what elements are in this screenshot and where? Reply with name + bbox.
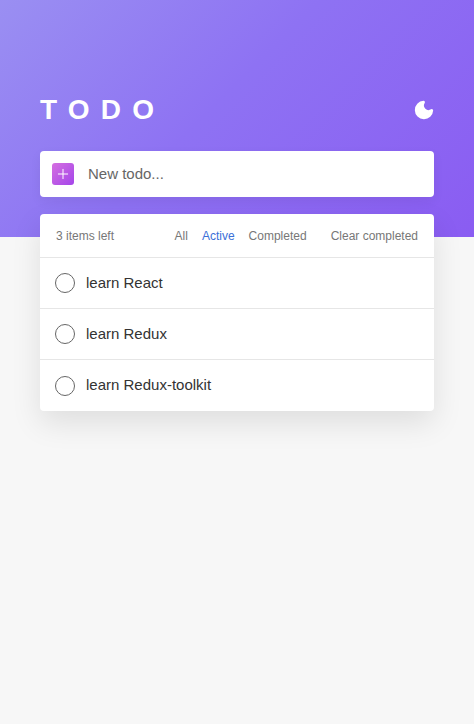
filter-button[interactable]: Active	[202, 227, 235, 245]
todo-item: learn Redux-toolkit	[40, 360, 434, 411]
new-todo-field	[40, 151, 434, 197]
app-title: TODO	[40, 96, 165, 124]
todo-item: learn React	[40, 258, 434, 309]
new-todo-input[interactable]	[88, 163, 422, 186]
todo-checkbox[interactable]	[55, 324, 75, 344]
todo-checkbox[interactable]	[55, 376, 75, 396]
filter-button[interactable]: Completed	[249, 227, 307, 245]
todo-text: learn Redux-toolkit	[86, 374, 211, 397]
filter-bar: 3 items left All Active Completed Clear comp…	[40, 214, 434, 258]
todo-app: TODO 3 items left All Active Completed Clear …	[0, 0, 474, 724]
filter-button[interactable]: All	[175, 227, 188, 245]
todo-list-card: 3 items left All Active Completed Clear comp…	[40, 214, 434, 411]
add-button[interactable]	[52, 163, 74, 185]
plus-icon	[55, 166, 71, 182]
todo-text: learn Redux	[86, 323, 167, 346]
todo-checkbox[interactable]	[55, 273, 75, 293]
theme-toggle[interactable]	[412, 98, 436, 122]
filter-group: All Active Completed	[175, 227, 307, 245]
header: TODO	[40, 92, 434, 128]
todo-item: learn Redux	[40, 309, 434, 360]
todo-text: learn React	[86, 272, 163, 295]
items-left: 3 items left	[56, 227, 114, 245]
moon-icon	[413, 99, 435, 121]
clear-completed-button[interactable]: Clear completed	[331, 227, 418, 245]
